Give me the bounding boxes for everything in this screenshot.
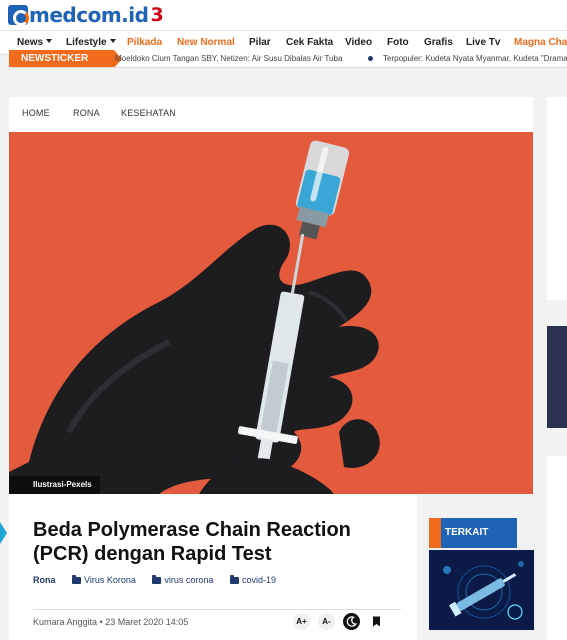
nav-item-news[interactable]: News bbox=[17, 37, 53, 49]
article-title: Beda Polymerase Chain Reaction (PCR) den… bbox=[33, 519, 351, 565]
share-tab-icon[interactable] bbox=[0, 522, 7, 544]
nav-item-video[interactable]: Video bbox=[345, 37, 372, 49]
tag-link[interactable]: Virus Korona bbox=[72, 575, 136, 585]
bullet-icon bbox=[368, 56, 373, 61]
nav-item-live-tv[interactable]: Live Tv bbox=[466, 37, 500, 49]
tag-link[interactable]: covid-19 bbox=[229, 575, 276, 585]
font-increase-button[interactable]: A+ bbox=[293, 613, 310, 630]
author-name[interactable]: Kumara Anggita bbox=[33, 617, 97, 627]
article-header: Beda Polymerase Chain Reaction (PCR) den… bbox=[9, 494, 417, 640]
nav-item-new-normal[interactable]: New Normal bbox=[177, 37, 235, 49]
nav-item-lifestyle[interactable]: Lifestyle bbox=[66, 37, 116, 49]
sidebar-card bbox=[547, 456, 567, 640]
breadcrumb-home[interactable]: HOME bbox=[22, 108, 50, 118]
sidebar-image[interactable] bbox=[547, 326, 567, 428]
nav-item-pilar[interactable]: Pilar bbox=[249, 37, 271, 49]
chevron-down-icon bbox=[109, 39, 116, 43]
related-widget[interactable]: TERKAIT bbox=[429, 518, 534, 630]
folder-icon bbox=[229, 575, 239, 584]
syringe-glove-illustration bbox=[9, 132, 533, 494]
bookmark-icon bbox=[373, 616, 380, 627]
moon-icon bbox=[346, 616, 358, 627]
hero-image: Ilustrasi-Pexels bbox=[9, 132, 533, 494]
site-header: medcom.id 3 bbox=[0, 0, 567, 30]
category-link[interactable]: Rona bbox=[33, 575, 56, 585]
breadcrumb-rona[interactable]: RONA bbox=[73, 108, 100, 118]
folder-icon bbox=[152, 575, 162, 584]
folder-icon bbox=[72, 575, 82, 584]
bookmark-button[interactable] bbox=[368, 613, 385, 630]
chevron-down-icon bbox=[46, 39, 53, 43]
ticker-item[interactable]: Terpopuler: Kudeta Nyata Myanmar, Kudeta… bbox=[383, 53, 567, 65]
logo-badge: 3 bbox=[150, 4, 164, 26]
logo-icon bbox=[8, 5, 29, 26]
ticker-label: NEWSTICKER bbox=[9, 50, 122, 67]
vaccine-illustration bbox=[429, 550, 534, 630]
logo-text: medcom.id bbox=[29, 3, 149, 27]
site-logo[interactable]: medcom.id 3 bbox=[8, 3, 164, 27]
article-tags: Rona Virus Korona virus corona covid-19 bbox=[33, 575, 290, 585]
sidebar-card bbox=[547, 97, 567, 300]
nav-item-pilkada[interactable]: Pilkada bbox=[127, 37, 162, 49]
related-image[interactable] bbox=[429, 550, 534, 630]
related-label: TERKAIT bbox=[429, 518, 517, 548]
tag-link[interactable]: virus corona bbox=[152, 575, 213, 585]
font-decrease-button[interactable]: A- bbox=[318, 613, 335, 630]
nav-item-grafis[interactable]: Grafis bbox=[424, 37, 453, 49]
publish-date: 23 Maret 2020 14:05 bbox=[105, 617, 189, 627]
image-caption: Ilustrasi-Pexels bbox=[9, 476, 100, 494]
dark-mode-button[interactable] bbox=[343, 613, 360, 630]
news-ticker: NEWSTICKER Moeldoko Cium Tangan SBY, Net… bbox=[9, 50, 567, 68]
nav-item-foto[interactable]: Foto bbox=[387, 37, 409, 49]
nav-item-magna-channel[interactable]: Magna Cha bbox=[514, 37, 567, 49]
article-meta: Kumara Anggita • 23 Maret 2020 14:05 bbox=[33, 617, 189, 627]
divider bbox=[33, 609, 401, 610]
breadcrumb: HOME RONA KESEHATAN bbox=[9, 97, 533, 132]
ticker-item[interactable]: Moeldoko Cium Tangan SBY, Netizen: Air S… bbox=[115, 53, 342, 65]
breadcrumb-kesehatan[interactable]: KESEHATAN bbox=[121, 108, 176, 118]
nav-item-cek-fakta[interactable]: Cek Fakta bbox=[286, 37, 333, 49]
